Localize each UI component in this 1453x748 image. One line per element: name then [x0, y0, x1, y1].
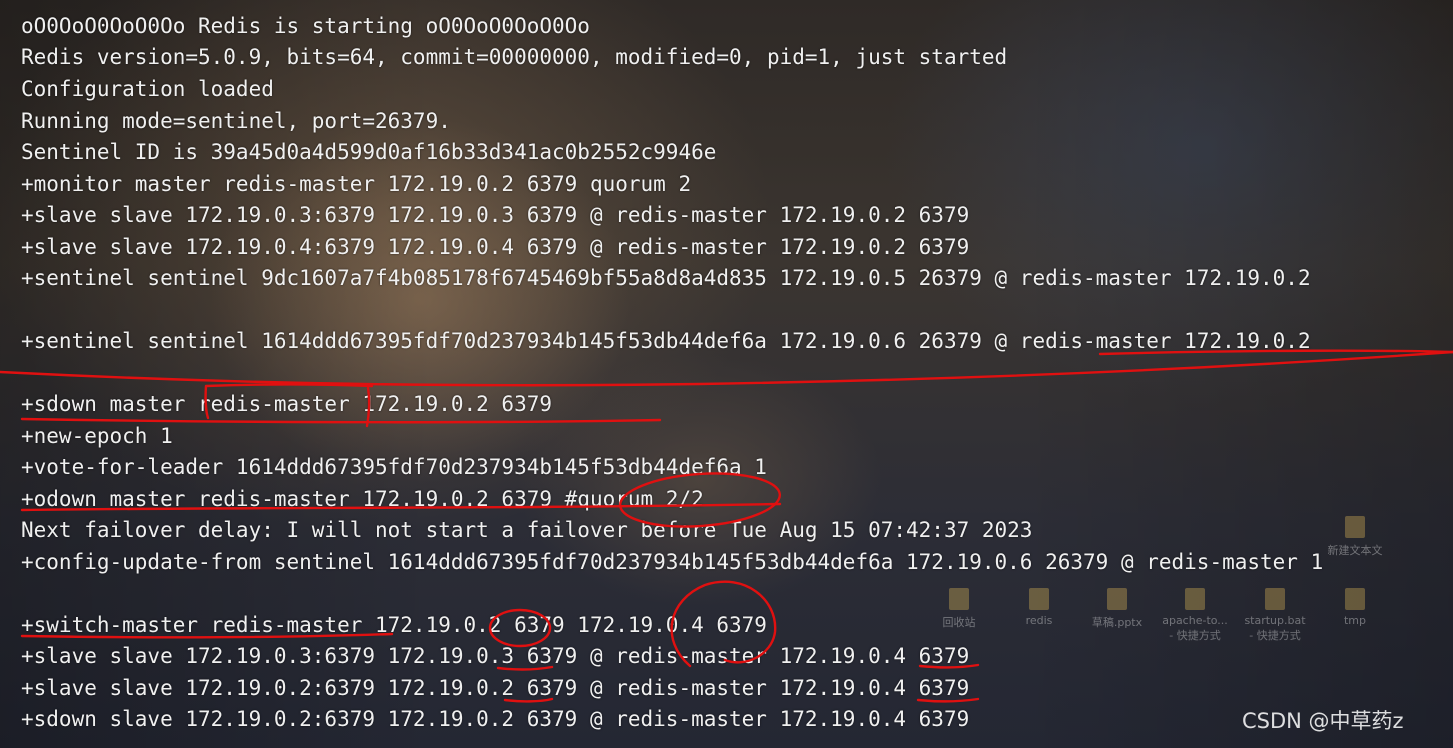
pptx-file-icon [1107, 588, 1127, 610]
log-line-new-epoch: +new-epoch 1 [21, 424, 173, 448]
log-line-sentinel-id: Sentinel ID is 39a45d0a4d599d0af16b33d34… [21, 140, 717, 164]
log-line-vote-for-leader: +vote-for-leader 1614ddd67395fdf70d23793… [21, 455, 767, 479]
log-line-slave-1: +slave slave 172.19.0.3:6379 172.19.0.3 … [21, 203, 970, 227]
desktop-icon-redis[interactable]: redis [998, 588, 1080, 627]
log-line-slave-3: +slave slave 172.19.0.3:6379 172.19.0.3 … [21, 644, 970, 668]
folder-icon [1029, 588, 1049, 610]
log-line-config: Configuration loaded [21, 77, 274, 101]
log-line-failover-delay: Next failover delay: I will not start a … [21, 518, 1033, 542]
shortcut-icon [1265, 588, 1285, 610]
log-line-odown-master: +odown master redis-master 172.19.0.2 63… [21, 487, 704, 511]
desktop-icon-startup-shortcut[interactable]: startup.bat - 快捷方式 [1234, 588, 1316, 643]
log-line-sdown-slave: +sdown slave 172.19.0.2:6379 172.19.0.2 … [21, 707, 970, 731]
desktop-icon-tmp[interactable]: tmp [1314, 588, 1396, 627]
shortcut-icon [1185, 588, 1205, 610]
log-line-sentinel-1: +sentinel sentinel 9dc1607a7f4b085178f67… [21, 266, 1311, 290]
log-line-running-mode: Running mode=sentinel, port=26379. [21, 109, 451, 133]
log-line-monitor: +monitor master redis-master 172.19.0.2 … [21, 172, 692, 196]
desktop-icon-label: apache-to... [1162, 614, 1228, 627]
desktop-icon-recycle-bin[interactable]: 回收站 [918, 588, 1000, 630]
recycle-bin-icon [949, 588, 969, 610]
desktop-icon-label: 新建文本文 [1327, 544, 1383, 557]
log-line-version: Redis version=5.0.9, bits=64, commit=000… [21, 45, 1008, 69]
log-line-sentinel-2: +sentinel sentinel 1614ddd67395fdf70d237… [21, 329, 1311, 353]
desktop-icon-sublabel: - 快捷方式 [1169, 629, 1221, 642]
log-line-switch-master: +switch-master redis-master 172.19.0.2 6… [21, 613, 767, 637]
desktop-icon-label: 草稿.pptx [1091, 616, 1143, 629]
log-line-banner: oO0OoO0OoO0Oo Redis is starting oO0OoO0O… [21, 14, 590, 38]
terminal-window: oO0OoO0OoO0Oo Redis is starting oO0OoO0O… [0, 0, 1453, 748]
log-line-slave-4: +slave slave 172.19.0.2:6379 172.19.0.2 … [21, 676, 970, 700]
desktop-icon-sublabel: - 快捷方式 [1249, 629, 1301, 642]
desktop-icon-label: startup.bat [1244, 614, 1306, 627]
log-line-slave-2: +slave slave 172.19.0.4:6379 172.19.0.4 … [21, 235, 970, 259]
log-line-sdown-master: +sdown master redis-master 172.19.0.2 63… [21, 392, 553, 416]
desktop-icon-label: tmp [1343, 614, 1366, 627]
text-file-icon [1345, 516, 1365, 538]
desktop-icon-pptx[interactable]: 草稿.pptx [1076, 588, 1158, 630]
desktop-icon-apache-shortcut[interactable]: apache-to... - 快捷方式 [1154, 588, 1236, 643]
folder-icon [1345, 588, 1365, 610]
desktop-icon-label: 回收站 [942, 616, 976, 629]
desktop-icon-new-text-file[interactable]: 新建文本文 [1314, 516, 1396, 558]
csdn-watermark: CSDN @中草药z [1242, 709, 1404, 733]
desktop-icon-label: redis [1025, 614, 1053, 627]
log-line-config-update: +config-update-from sentinel 1614ddd6739… [21, 550, 1324, 574]
